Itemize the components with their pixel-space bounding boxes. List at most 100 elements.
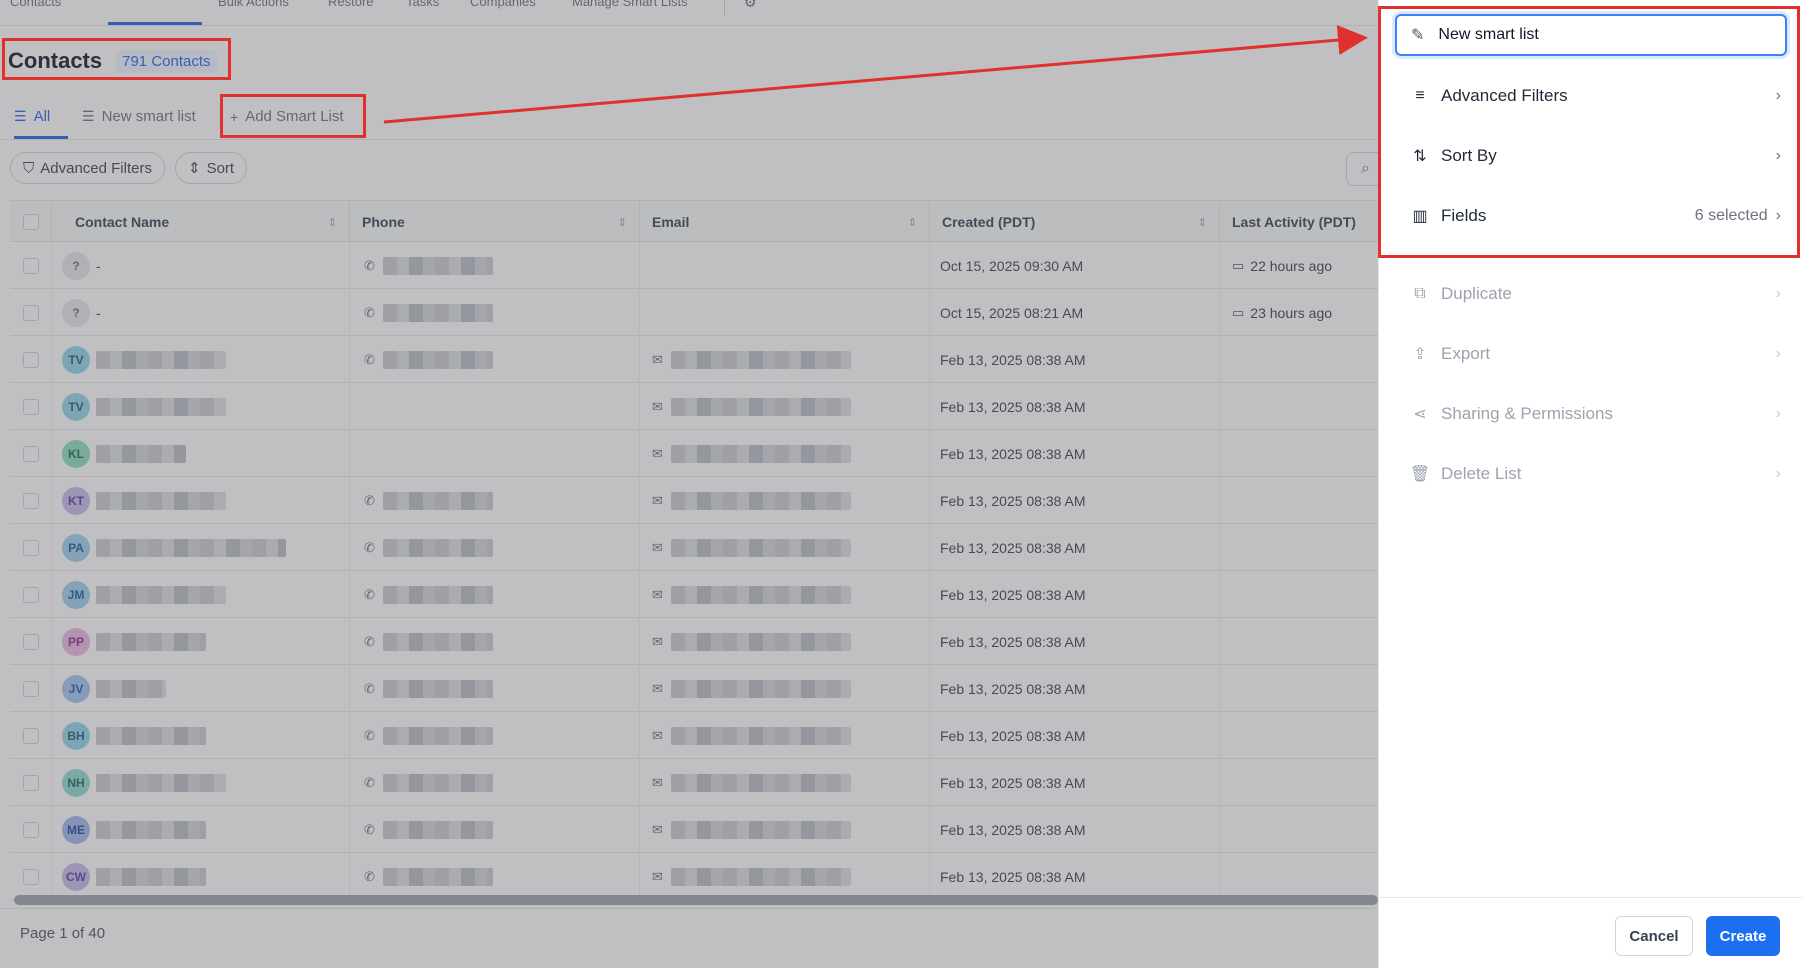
table-row[interactable]: TV ✆ ✉ Feb 13, 2025 08:38 AM	[10, 336, 1378, 383]
email-icon[interactable]: ✉	[652, 634, 663, 650]
row-checkbox[interactable]	[22, 680, 39, 697]
email-icon[interactable]: ✉	[652, 352, 663, 368]
email-icon[interactable]: ✉	[652, 869, 663, 885]
row-checkbox[interactable]	[22, 351, 39, 368]
table-row[interactable]: ME ✆ ✉ Feb 13, 2025 08:38 AM	[10, 806, 1378, 853]
row-checkbox[interactable]	[22, 492, 39, 509]
contact-name-cell[interactable]: JV	[52, 665, 350, 712]
list-name-field[interactable]: ✎	[1395, 14, 1787, 56]
email-icon[interactable]: ✉	[652, 822, 663, 838]
cancel-button[interactable]: Cancel	[1615, 916, 1693, 956]
create-button[interactable]: Create	[1706, 916, 1780, 956]
tab-all[interactable]: ☰ All	[14, 108, 50, 125]
phone-icon[interactable]: ✆	[364, 258, 375, 274]
contact-name-cell[interactable]: PP	[52, 618, 350, 665]
table-row[interactable]: PP ✆ ✉ Feb 13, 2025 08:38 AM	[10, 618, 1378, 665]
contact-name-cell[interactable]: TV	[52, 336, 350, 383]
menu-advanced-filters[interactable]: ≡ Advanced Filters ›	[1409, 76, 1781, 116]
sort-icon[interactable]: ⇕	[618, 216, 627, 229]
column-last-activity[interactable]: Last Activity (PDT)	[1220, 201, 1378, 243]
column-contact-name[interactable]: Contact Name ⇕	[52, 201, 350, 243]
row-checkbox[interactable]	[22, 257, 39, 274]
table-row[interactable]: TV ✉ Feb 13, 2025 08:38 AM	[10, 383, 1378, 430]
email-icon[interactable]: ✉	[652, 540, 663, 556]
table-row[interactable]: PA ✆ ✉ Feb 13, 2025 08:38 AM	[10, 524, 1378, 571]
table-row[interactable]: NH ✆ ✉ Feb 13, 2025 08:38 AM	[10, 759, 1378, 806]
phone-icon[interactable]: ✆	[364, 493, 375, 509]
row-checkbox[interactable]	[22, 821, 39, 838]
column-phone[interactable]: Phone ⇕	[350, 201, 640, 243]
nav-item-tasks[interactable]: Tasks	[406, 0, 439, 9]
table-row[interactable]: JM ✆ ✉ Feb 13, 2025 08:38 AM	[10, 571, 1378, 618]
table-row[interactable]: ? - ✆ Oct 15, 2025 08:21 AM ▭ 23 hours ago	[10, 289, 1378, 336]
table-row[interactable]: KL ✉ Feb 13, 2025 08:38 AM	[10, 430, 1378, 477]
phone-icon[interactable]: ✆	[364, 775, 375, 791]
email-icon[interactable]: ✉	[652, 775, 663, 791]
list-name-input[interactable]	[1438, 26, 1759, 44]
contact-name-cell[interactable]: KL	[52, 430, 350, 477]
email-icon[interactable]: ✉	[652, 399, 663, 415]
nav-item-bulk-actions[interactable]: Bulk Actions	[218, 0, 289, 9]
table-row[interactable]: CW ✆ ✉ Feb 13, 2025 08:38 AM	[10, 853, 1378, 900]
row-checkbox[interactable]	[22, 586, 39, 603]
row-checkbox[interactable]	[22, 398, 39, 415]
sort-button[interactable]: ⇕ Sort	[174, 152, 248, 184]
gear-icon[interactable]: ⚙	[744, 0, 757, 11]
row-checkbox[interactable]	[22, 868, 39, 885]
contact-name-cell[interactable]: JM	[52, 571, 350, 618]
contact-name-cell[interactable]: TV	[52, 383, 350, 430]
table-row[interactable]: KT ✆ ✉ Feb 13, 2025 08:38 AM	[10, 477, 1378, 524]
phone-icon[interactable]: ✆	[364, 634, 375, 650]
table-row[interactable]: JV ✆ ✉ Feb 13, 2025 08:38 AM	[10, 665, 1378, 712]
tab-new-smart-list[interactable]: ☰ New smart list	[82, 108, 196, 125]
phone-icon[interactable]: ✆	[364, 822, 375, 838]
email-icon[interactable]: ✉	[652, 587, 663, 603]
redacted-phone	[382, 256, 493, 275]
table-row[interactable]: BH ✆ ✉ Feb 13, 2025 08:38 AM	[10, 712, 1378, 759]
phone-icon[interactable]: ✆	[364, 305, 375, 321]
phone-icon[interactable]: ✆	[364, 352, 375, 368]
row-checkbox[interactable]	[22, 727, 39, 744]
email-icon[interactable]: ✉	[652, 446, 663, 462]
add-smart-list-button[interactable]: + Add Smart List	[230, 108, 344, 125]
row-checkbox[interactable]	[22, 445, 39, 462]
menu-sort-by[interactable]: ⇅ Sort By ›	[1409, 136, 1781, 176]
email-icon[interactable]: ✉	[652, 493, 663, 509]
select-all-checkbox[interactable]	[22, 214, 39, 230]
horizontal-scrollbar[interactable]	[14, 895, 1378, 905]
nav-item-restore[interactable]: Restore	[328, 0, 374, 9]
phone-icon[interactable]: ✆	[364, 587, 375, 603]
nav-item-companies[interactable]: Companies	[470, 0, 536, 9]
contact-name-cell[interactable]: ? -	[52, 242, 350, 289]
contact-name-cell[interactable]: CW	[52, 853, 350, 900]
advanced-filters-button[interactable]: ⛉ Advanced Filters	[10, 152, 165, 184]
email-icon[interactable]: ✉	[652, 681, 663, 697]
contact-name-cell[interactable]: ? -	[52, 289, 350, 336]
row-checkbox[interactable]	[22, 304, 39, 321]
contact-count-badge: 791 Contacts	[116, 49, 217, 73]
sort-icon[interactable]: ⇕	[328, 216, 337, 229]
column-created[interactable]: Created (PDT) ⇕	[930, 201, 1220, 243]
row-checkbox[interactable]	[22, 539, 39, 556]
menu-fields[interactable]: ▥ Fields 6 selected ›	[1409, 196, 1781, 236]
nav-item-contacts[interactable]: Contacts	[10, 0, 61, 9]
contact-name-cell[interactable]: BH	[52, 712, 350, 759]
table-row[interactable]: ? - ✆ Oct 15, 2025 09:30 AM ▭ 22 hours ago	[10, 242, 1378, 289]
contact-name-cell[interactable]: NH	[52, 759, 350, 806]
sort-icon[interactable]: ⇕	[1198, 216, 1207, 229]
row-checkbox[interactable]	[22, 774, 39, 791]
email-icon[interactable]: ✉	[652, 728, 663, 744]
sort-icon[interactable]: ⇕	[908, 216, 917, 229]
phone-icon[interactable]: ✆	[364, 540, 375, 556]
column-email[interactable]: Email ⇕	[640, 201, 930, 243]
row-checkbox[interactable]	[22, 633, 39, 650]
nav-item-manage-smart-lists[interactable]: Manage Smart Lists	[572, 0, 688, 9]
contact-name-cell[interactable]: PA	[52, 524, 350, 571]
email-cell: ✉	[640, 524, 930, 571]
contact-name-cell[interactable]: KT	[52, 477, 350, 524]
phone-icon[interactable]: ✆	[364, 869, 375, 885]
contact-name-cell[interactable]: ME	[52, 806, 350, 853]
phone-icon[interactable]: ✆	[364, 728, 375, 744]
phone-icon[interactable]: ✆	[364, 681, 375, 697]
table-footer	[0, 908, 1378, 968]
